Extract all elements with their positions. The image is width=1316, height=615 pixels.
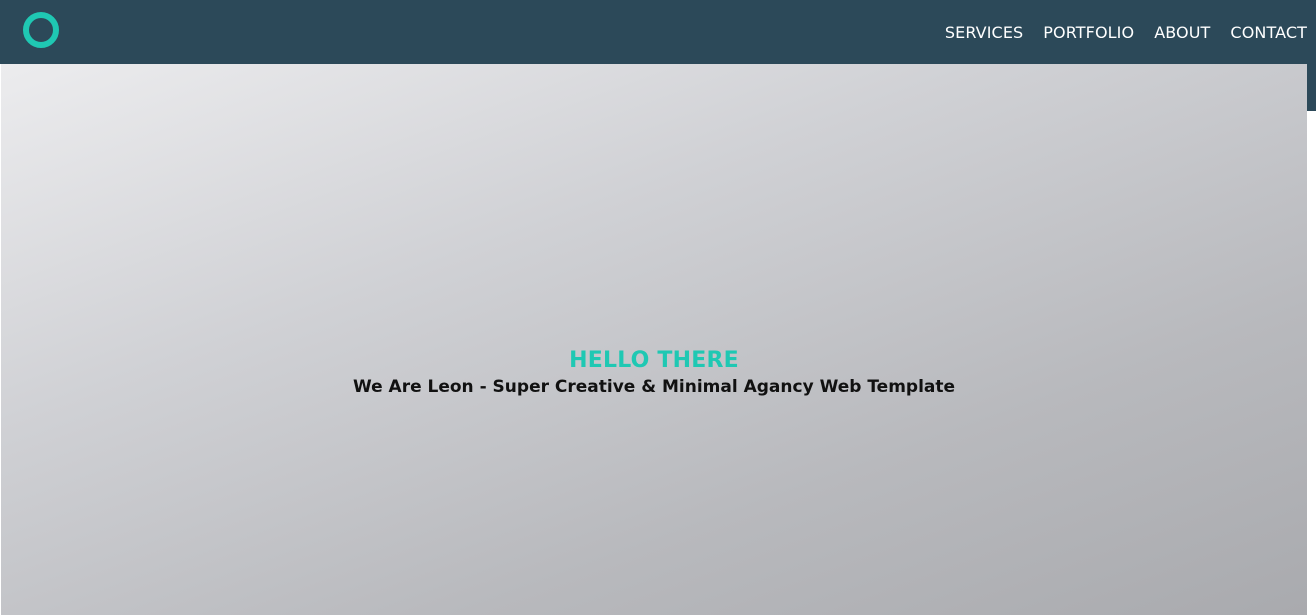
nav-link-portfolio[interactable]: PORTFOLIO xyxy=(1043,23,1134,42)
hero-text-block: HELLO THERE We Are Leon - Super Creative… xyxy=(1,347,1307,399)
nav-link-about[interactable]: ABOUT xyxy=(1154,23,1210,42)
nav-link-contact[interactable]: CONTACT xyxy=(1230,23,1307,42)
ring-logo-icon[interactable] xyxy=(23,12,59,48)
main-navigation: SERVICES PORTFOLIO ABOUT CONTACT xyxy=(945,0,1307,64)
top-navbar: SERVICES PORTFOLIO ABOUT CONTACT xyxy=(0,0,1316,64)
navbar-edge-strip xyxy=(1307,64,1316,111)
hero-title: HELLO THERE xyxy=(569,348,739,373)
page: SERVICES PORTFOLIO ABOUT CONTACT HELLO T… xyxy=(0,0,1316,615)
nav-link-services[interactable]: SERVICES xyxy=(945,23,1023,42)
hero-subtitle: We Are Leon - Super Creative & Minimal A… xyxy=(352,377,956,397)
hero-section: HELLO THERE We Are Leon - Super Creative… xyxy=(1,64,1307,615)
